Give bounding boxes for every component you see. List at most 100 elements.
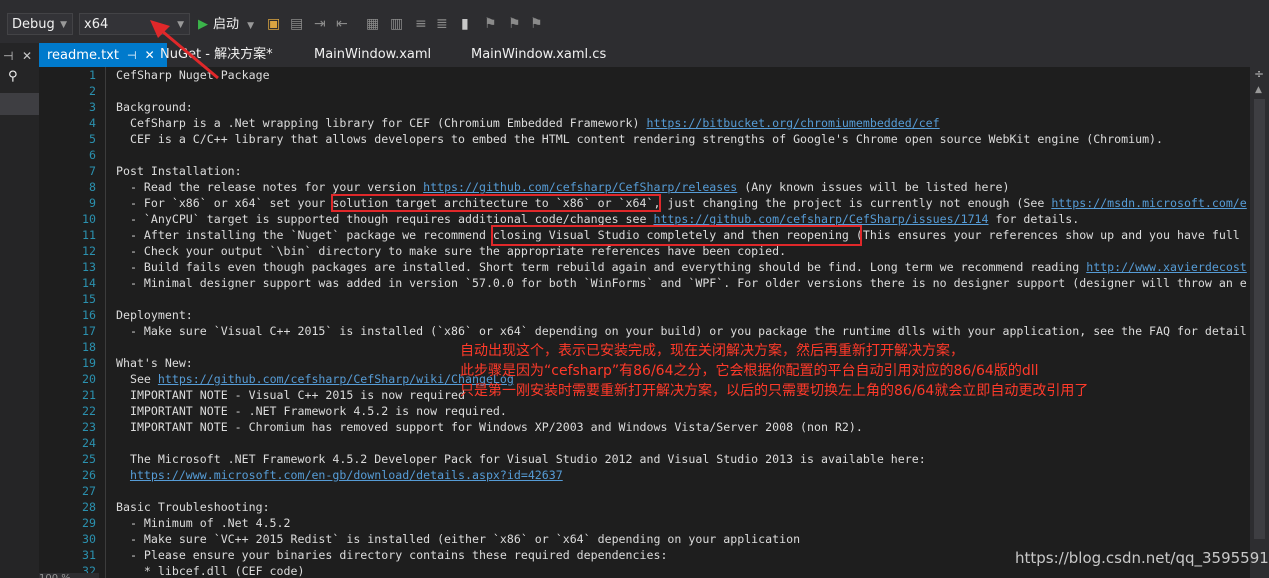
scrollbar-thumb[interactable] (1254, 99, 1265, 539)
line-number: 18 (82, 340, 96, 354)
hyperlink[interactable]: https://msdn.microsoft.com/e (1051, 196, 1246, 210)
line-text: - Minimal designer support was added in … (116, 275, 1247, 291)
hyperlink[interactable]: http://www.xavierdecost (1086, 260, 1247, 274)
uncomment-icon[interactable]: ≣ (436, 16, 448, 32)
line-text: The Microsoft .NET Framework 4.5.2 Devel… (116, 451, 926, 467)
chevron-down-icon: ▼ (60, 20, 67, 30)
line-text: See https://github.com/cefsharp/CefSharp… (116, 371, 514, 387)
line-text-segment: The Microsoft .NET Framework 4.5.2 Devel… (116, 452, 926, 466)
line-text: IMPORTANT NOTE - .NET Framework 4.5.2 is… (116, 403, 507, 419)
scroll-up-icon[interactable]: ▲ (1255, 85, 1262, 95)
line-text-segment: - Build fails even though packages are i… (116, 260, 1087, 274)
line-text-segment: CefSharp is a .Net wrapping library for … (116, 116, 647, 130)
zoom-level[interactable]: 100 % (39, 573, 99, 578)
line-text-segment: * libcef.dll (CEF code) (116, 564, 305, 578)
line-text-segment: Post Installation: (116, 164, 242, 178)
line-number: 3 (89, 100, 96, 114)
line-number: 2 (89, 84, 96, 98)
line-text: IMPORTANT NOTE - Chromium has removed su… (116, 419, 863, 435)
attach-process-icon[interactable]: ▣ (267, 16, 280, 32)
text-editor[interactable]: 1 CefSharp Nuget Package 2 3 Background: 4 Ce… (39, 67, 1250, 578)
line-text-segment: CEF is a C/C++ library that allows devel… (116, 132, 1164, 146)
line-text-segment: - Read the release notes for your versio… (116, 180, 424, 194)
bookmark-icon[interactable]: ▮ (461, 16, 469, 32)
hyperlink[interactable]: https://www.microsoft.com/en-gb/download… (130, 468, 563, 482)
step-icon[interactable]: ⇤ (336, 16, 348, 32)
line-text: - Make sure `VC++ 2015 Redist` is instal… (116, 531, 800, 547)
split-icon[interactable]: ÷ (1254, 67, 1264, 81)
line-number: 22 (82, 404, 96, 418)
chevron-down-icon: ▼ (247, 21, 255, 31)
tab-label: MainWindow.xaml (314, 47, 432, 62)
line-number: 24 (82, 436, 96, 450)
pin-icon[interactable]: ⊣ (127, 49, 137, 62)
bookmark-clear-icon[interactable]: ⚑ (530, 16, 543, 32)
watermark: https://blog.csdn.net/qq_35955916 (1015, 549, 1269, 567)
bookmark-next-icon[interactable]: ⚑ (508, 16, 521, 32)
line-number: 11 (82, 228, 96, 242)
solution-configuration-value: Debug (12, 17, 55, 32)
line-number: 4 (89, 116, 96, 130)
pin-icon[interactable]: ⊣ (3, 49, 13, 63)
highlight-box-architecture (331, 194, 661, 212)
line-number: 8 (89, 180, 96, 194)
line-number: 15 (82, 292, 96, 306)
line-text: CefSharp is a .Net wrapping library for … (116, 115, 940, 131)
annotation-line-3: 只是第一刚安装时需要重新打开解决方案，以后的只需要切换左上角的86/64就会立即… (460, 383, 1089, 399)
tab-label: readme.txt (47, 48, 119, 63)
line-text: https://www.microsoft.com/en-gb/download… (116, 467, 563, 483)
solution-configuration-dropdown[interactable]: Debug ▼ (7, 13, 73, 35)
line-number: 20 (82, 372, 96, 386)
line-number: 17 (82, 324, 96, 338)
line-number: 12 (82, 244, 96, 258)
hyperlink[interactable]: https://github.com/cefsharp/CefSharp/iss… (653, 212, 988, 226)
line-text: CEF is a C/C++ library that allows devel… (116, 131, 1163, 147)
hyperlink[interactable]: https://bitbucket.org/chromiumembedded/c… (646, 116, 939, 130)
menu-bar (0, 0, 1269, 7)
line-text-segment: - Minimum of .Net 4.5.2 (116, 516, 291, 530)
red-arrow-annotation (150, 20, 219, 80)
browse-icon[interactable]: ▤ (290, 16, 303, 32)
line-text-segment: - Minimal designer support was added in … (116, 276, 1247, 290)
line-number: 5 (89, 132, 96, 146)
tab-readme[interactable]: readme.txt ⊣ ✕ (39, 43, 167, 67)
line-text: - Please ensure your binaries directory … (116, 547, 667, 563)
bookmark-prev-icon[interactable]: ⚑ (484, 16, 497, 32)
line-text: - Read the release notes for your versio… (116, 179, 1010, 195)
format-icon[interactable]: ▥ (390, 16, 403, 32)
line-number: 26 (82, 468, 96, 482)
hyperlink[interactable]: https://github.com/cefsharp/CefSharp/rel… (423, 180, 737, 194)
line-text: - Minimum of .Net 4.5.2 (116, 515, 291, 531)
line-number: 30 (82, 532, 96, 546)
line-number: 9 (89, 196, 96, 210)
line-number: 31 (82, 548, 96, 562)
line-text-segment (116, 468, 130, 482)
line-number: 28 (82, 500, 96, 514)
side-panel-strip: ⊣ ✕ ⚲ (0, 43, 39, 578)
line-text: IMPORTANT NOTE - Visual C++ 2015 is now … (116, 387, 465, 403)
tab-mainwindow-xaml-cs[interactable]: MainWindow.xaml.cs (471, 43, 606, 67)
tab-label: MainWindow.xaml.cs (471, 47, 607, 62)
tab-mainwindow-xaml[interactable]: MainWindow.xaml (314, 43, 431, 67)
line-text-segment: (Any known issues will be listed here) (737, 180, 1010, 194)
vertical-scrollbar[interactable]: ÷ ▲ (1250, 67, 1269, 578)
line-text-segment: - Make sure `VC++ 2015 Redist` is instal… (116, 532, 801, 546)
line-number: 7 (89, 164, 96, 178)
side-panel-item[interactable] (0, 93, 39, 115)
line-number: 23 (82, 420, 96, 434)
comment-icon[interactable]: ≡ (415, 16, 427, 32)
line-text-segment: for details. (988, 212, 1080, 226)
line-text-segment: - `AnyCPU` target is supported though re… (116, 212, 654, 226)
line-number: 16 (82, 308, 96, 322)
line-text-segment: IMPORTANT NOTE - .NET Framework 4.5.2 is… (116, 404, 507, 418)
line-text-segment: What's New: (116, 356, 193, 370)
step-icon[interactable]: ⇥ (314, 16, 326, 32)
line-number: 6 (89, 148, 96, 162)
line-number: 27 (82, 484, 96, 498)
format-icon[interactable]: ▦ (366, 16, 379, 32)
close-icon[interactable]: ✕ (22, 49, 32, 63)
line-text-segment: - Please ensure your binaries directory … (116, 548, 668, 562)
highlight-box-reopening (491, 225, 862, 246)
line-text: Deployment: (116, 307, 193, 323)
search-icon[interactable]: ⚲ (8, 69, 18, 84)
